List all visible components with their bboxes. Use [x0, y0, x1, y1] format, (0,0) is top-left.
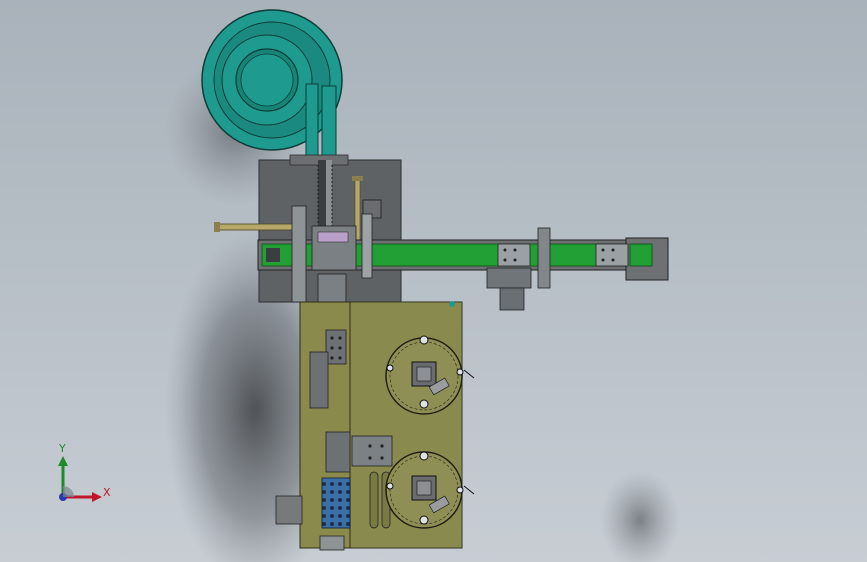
y-axis-label: Y — [59, 442, 66, 455]
cad-viewport[interactable]: Y X — [0, 0, 867, 562]
rotary-table-lower[interactable] — [385, 451, 464, 529]
x-axis-label: X — [103, 486, 111, 499]
